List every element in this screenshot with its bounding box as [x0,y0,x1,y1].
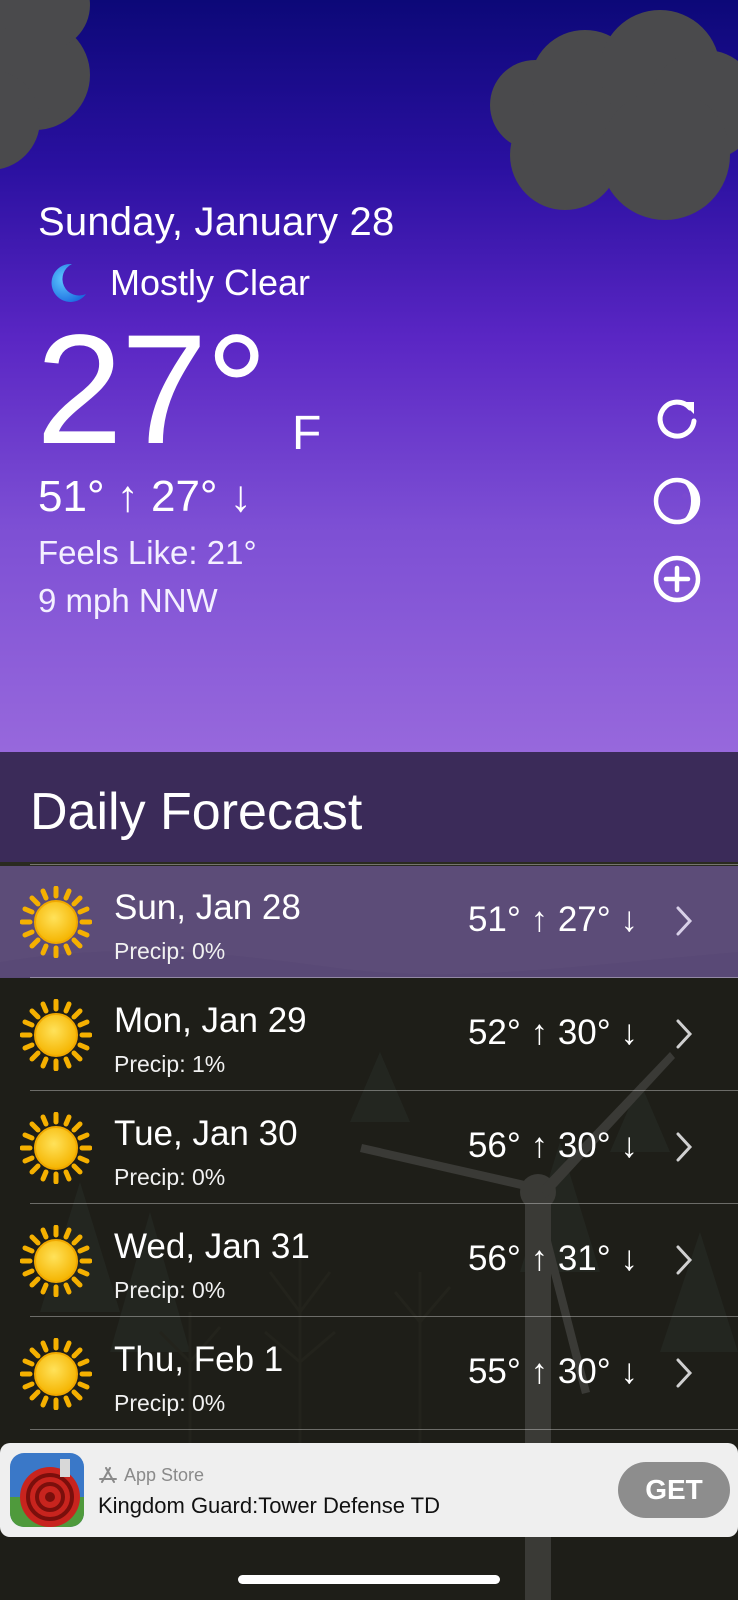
forecast-day-name: Sun, Jan 28 [114,888,301,927]
sun-icon [20,1225,92,1297]
sun-icon [20,1338,92,1410]
current-date: Sunday, January 28 [38,200,395,244]
theme-button[interactable] [652,476,702,526]
home-indicator[interactable] [238,1575,500,1584]
add-circle-icon [653,555,701,603]
row-divider [30,1090,738,1091]
forecast-day-name: Mon, Jan 29 [114,1001,307,1040]
chevron-right-icon [676,1019,693,1049]
ad-source-label: App Store [124,1465,205,1485]
forecast-row[interactable]: Wed, Jan 31 Precip: 0% 56° ↑ 31° ↓ [0,1205,738,1317]
current-condition: Mostly Clear [46,258,310,308]
cloud-right [490,10,738,220]
forecast-precip: Precip: 0% [114,1164,226,1190]
sun-icon [20,1112,92,1184]
ad-source: App Store [98,1465,204,1486]
chevron-right-icon [676,1245,693,1275]
ad-banner[interactable]: App Store Kingdom Guard:Tower Defense TD… [0,1443,738,1537]
wind-info: 9 mph NNW [38,582,218,619]
forecast-day-name: Wed, Jan 31 [114,1227,310,1266]
row-divider [30,1203,738,1204]
app-icon [10,1453,84,1527]
chevron-right-icon [676,1132,693,1162]
forecast-hi-lo: 51° ↑ 27° ↓ [467,900,638,939]
moon-phase-icon [653,477,701,525]
forecast-hi-lo: 52° ↑ 30° ↓ [467,1013,638,1052]
row-divider [30,1429,738,1430]
forecast-precip: Precip: 0% [114,938,226,964]
sun-icon [20,999,92,1071]
refresh-button[interactable] [652,394,702,444]
add-location-button[interactable] [652,554,702,604]
sun-icon [20,886,92,958]
get-button[interactable]: GET [618,1462,730,1518]
forecast-day-name: Tue, Jan 30 [114,1114,298,1153]
condition-label: Mostly Clear [110,262,311,303]
today-hi-lo: 51° ↑ 27° ↓ [38,472,252,521]
ad-title: Kingdom Guard:Tower Defense TD [98,1493,440,1518]
forecast-precip: Precip: 1% [114,1051,226,1077]
temperature-unit: F [292,407,322,460]
forecast-precip: Precip: 0% [114,1390,226,1416]
feels-like: Feels Like: 21° [38,534,257,571]
forecast-title: Daily Forecast [30,783,363,841]
row-divider [30,864,738,865]
forecast-precip: Precip: 0% [114,1277,226,1303]
chevron-right-icon [676,906,693,936]
forecast-row[interactable]: Tue, Jan 30 Precip: 0% 56° ↑ 30° ↓ [0,1092,738,1204]
forecast-hi-lo: 55° ↑ 30° ↓ [467,1352,638,1391]
forecast-row[interactable]: Sun, Jan 28 Precip: 0% 51° ↑ 27° ↓ [0,866,738,978]
row-divider [30,1316,738,1317]
refresh-icon [657,399,697,439]
app-store-icon [99,1466,117,1483]
chevron-right-icon [676,1358,693,1388]
row-divider [30,977,738,978]
forecast-day-name: Thu, Feb 1 [114,1340,284,1379]
forecast-row[interactable]: Thu, Feb 1 Precip: 0% 55° ↑ 30° ↓ [0,1318,738,1430]
current-temperature: 27° [36,303,268,477]
forecast-hi-lo: 56° ↑ 30° ↓ [467,1126,638,1165]
forecast-row[interactable]: Mon, Jan 29 Precip: 1% 52° ↑ 30° ↓ [0,979,738,1091]
forecast-hi-lo: 56° ↑ 31° ↓ [467,1239,638,1278]
moon-icon [51,263,86,302]
cloud-left [0,0,110,190]
